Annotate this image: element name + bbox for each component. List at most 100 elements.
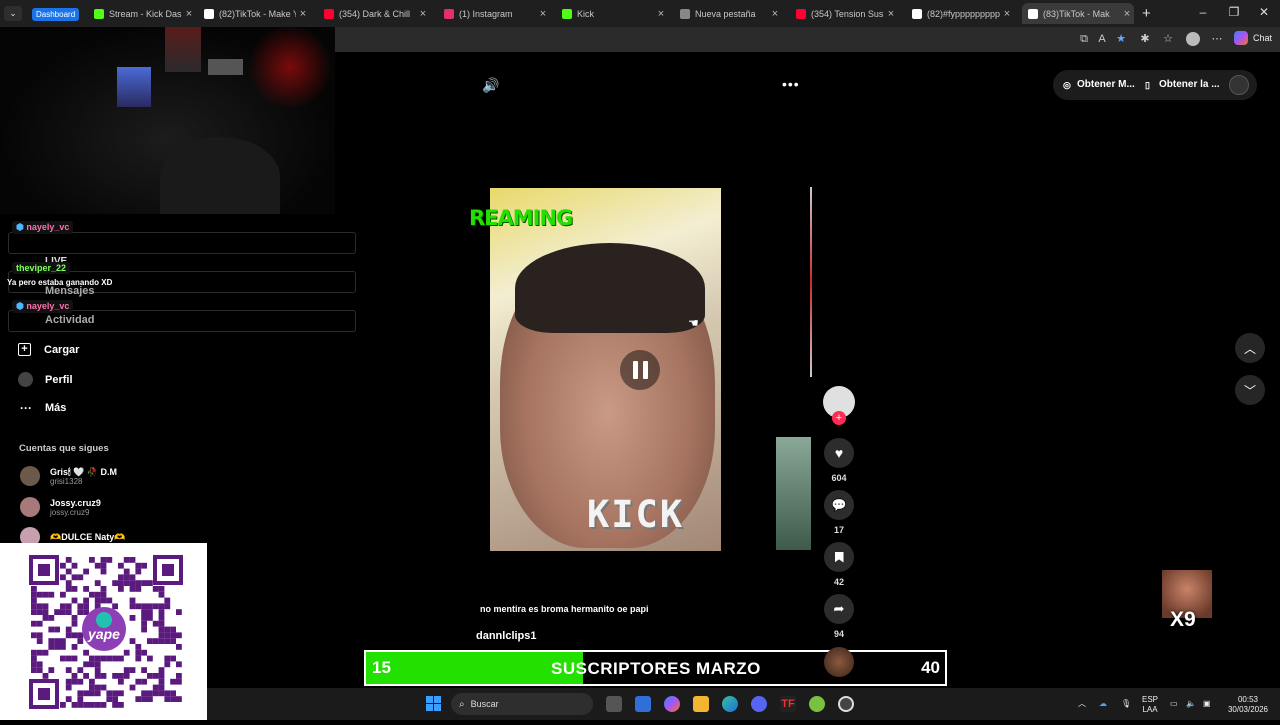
following-account[interactable]: Gris🕯 🤍 🥀 D.M grisi1328 [20, 466, 117, 486]
tab-label: (1) Instagram [459, 8, 513, 19]
copilot-chat-button[interactable]: Chat [1234, 31, 1272, 45]
video-caption: no mentira es broma hermanito oe papi [480, 604, 649, 614]
taskbar-search[interactable]: ⌕ Buscar [451, 693, 593, 715]
sidebar-item-mas[interactable]: ··· Más [18, 401, 66, 415]
like-count: 604 [831, 473, 847, 483]
windows-start-icon[interactable] [426, 696, 441, 711]
dashboard-tab-group[interactable]: Dashboard [32, 8, 80, 21]
browser-tab[interactable]: (82)TikTok - Make You× [198, 3, 310, 24]
browser-tab[interactable]: (1) Instagram × [438, 3, 550, 24]
avatar-icon [18, 372, 33, 387]
sidebar-item-cargar[interactable]: + Cargar [18, 343, 79, 356]
onedrive-icon[interactable]: ☁ [1099, 699, 1107, 709]
close-tab-icon[interactable]: × [1120, 8, 1134, 20]
chevron-up-icon: ︿ [1243, 341, 1256, 356]
sidebar-item-live[interactable] [8, 232, 356, 254]
search-icon: ⌕ [459, 698, 465, 710]
browser-tab[interactable]: Kick × [556, 3, 668, 24]
translate-icon[interactable]: A [1095, 32, 1109, 46]
new-tab-button[interactable]: + [1142, 5, 1151, 22]
edge-icon[interactable] [722, 696, 738, 712]
video-author[interactable]: dannlclips1 [476, 630, 537, 642]
tab-list-chevron-icon[interactable]: ⌄ [4, 6, 22, 21]
open-in-app-icon[interactable]: ⧉ [1077, 32, 1091, 46]
browser-tab[interactable]: Stream - Kick Dashbo× [88, 3, 196, 24]
copilot-taskbar-icon[interactable] [664, 696, 680, 712]
close-tab-icon[interactable]: × [1000, 8, 1014, 20]
account-avatar[interactable] [1229, 75, 1249, 95]
tab-label: (83)TikTok - Mak [1043, 8, 1110, 19]
tab-label: Stream - Kick Dashbo [109, 8, 182, 19]
browser-tab[interactable]: (354) Dark & Chill × [318, 3, 430, 24]
volume-tray-icon[interactable]: 🔈 [1186, 699, 1196, 709]
store-icon[interactable] [635, 696, 651, 712]
close-tab-icon[interactable]: × [182, 8, 196, 20]
browser-tab[interactable]: (354) Tension Suspen× [790, 3, 898, 24]
share-count: 94 [833, 629, 844, 639]
get-app-button[interactable]: ▯ Obtener la ... [1145, 79, 1220, 90]
next-video-preview[interactable] [776, 437, 811, 550]
chat-user-3: ⬢ nayely_vc [12, 300, 74, 313]
plus-square-icon: + [18, 343, 31, 356]
network-icon[interactable]: ▭ [1170, 699, 1178, 709]
browser-tab[interactable]: (82)#fypppppppppp × [906, 3, 1014, 24]
kick-icon [94, 8, 104, 19]
phone-icon: ▯ [1145, 79, 1150, 90]
close-tab-icon[interactable]: × [884, 8, 898, 20]
close-tab-icon[interactable]: × [296, 8, 310, 20]
next-video-button[interactable]: ﹀ [1235, 375, 1265, 405]
favorites-icon[interactable]: ☆ [1161, 32, 1175, 46]
browser-tab[interactable]: (83)TikTok - Mak × [1022, 3, 1134, 24]
goal-target: 40 [921, 658, 940, 677]
get-coins-button[interactable]: ◎ Obtener M... [1063, 79, 1135, 90]
video-player[interactable]: KICK [490, 188, 721, 551]
extensions-icon[interactable]: ✱ [1138, 32, 1152, 46]
language-indicator[interactable]: ESP LAA [1142, 695, 1158, 715]
minimize-button[interactable]: – [1195, 5, 1211, 19]
tray-chevron-icon[interactable]: ︿ [1078, 699, 1086, 709]
volume-icon[interactable]: 🔊 [482, 77, 499, 94]
file-explorer-icon[interactable] [693, 696, 709, 712]
close-tab-icon[interactable]: × [416, 8, 430, 20]
like-button[interactable]: ♥ [824, 438, 854, 468]
profile-avatar[interactable] [1186, 32, 1200, 46]
goal-marker-emote [824, 647, 854, 677]
favorite-star-icon[interactable]: ★ [1114, 32, 1128, 46]
cursor-hand-icon: ☚ [688, 316, 699, 330]
close-window-button[interactable]: ✕ [1256, 5, 1272, 19]
browser-tab[interactable]: Nueva pestaña × [674, 3, 782, 24]
red-light-glow [245, 27, 335, 107]
tab-label: (354) Tension Suspen [811, 8, 884, 19]
task-view-icon[interactable] [606, 696, 622, 712]
close-tab-icon[interactable]: × [536, 8, 550, 20]
save-button[interactable] [824, 542, 854, 572]
app-green-icon[interactable] [809, 696, 825, 712]
avatar [20, 466, 40, 486]
pause-button[interactable] [620, 350, 660, 390]
app-tf-icon[interactable]: TF [780, 696, 796, 712]
mic-icon[interactable]: 🎙 [1121, 699, 1131, 709]
discord-icon[interactable] [751, 696, 767, 712]
comment-button[interactable]: 💬 [824, 490, 854, 520]
previous-video-button[interactable]: ︿ [1235, 333, 1265, 363]
share-button[interactable]: ➦ [824, 594, 854, 624]
chevron-down-icon: ﹀ [1243, 383, 1256, 398]
windows-taskbar [207, 688, 1280, 720]
close-tab-icon[interactable]: × [768, 8, 782, 20]
maximize-button[interactable]: ❐ [1226, 5, 1242, 19]
close-tab-icon[interactable]: × [654, 8, 668, 20]
following-title: Cuentas que sigues [19, 443, 109, 454]
app-chrome-icon[interactable] [838, 696, 854, 712]
tab-label: Kick [577, 8, 595, 19]
clock[interactable]: 00:53 30/03/2026 [1224, 695, 1272, 715]
following-account[interactable]: Jossy.cruz9 jossy.cruz9 [20, 497, 101, 517]
more-options-icon[interactable]: ••• [782, 76, 800, 92]
coin-icon: ◎ [1063, 79, 1071, 90]
tab-label: (354) Dark & Chill [339, 8, 411, 19]
follow-plus-button[interactable]: + [832, 411, 846, 425]
battery-icon[interactable]: ▣ [1203, 699, 1211, 709]
top-right-actions: ◎ Obtener M... ▯ Obtener la ... [1053, 70, 1257, 100]
sidebar-item-perfil[interactable]: Perfil [18, 372, 73, 387]
more-menu-icon[interactable]: ⋯ [1210, 32, 1224, 46]
video-hair [515, 243, 705, 333]
